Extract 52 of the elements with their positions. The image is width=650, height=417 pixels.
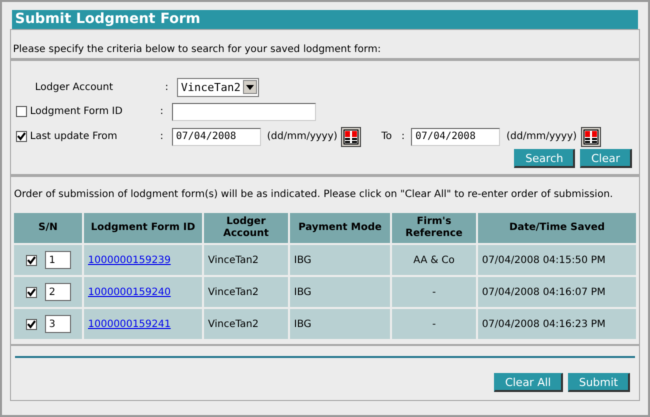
instruction-text: Please specify the criteria below to search for your saved lodgment form:	[13, 44, 381, 55]
page-title: Submit Lodgment Form	[12, 10, 638, 29]
table-cell: VinceTan2	[204, 309, 288, 339]
action-button[interactable]: Search	[514, 149, 576, 168]
colon: :	[165, 82, 170, 92]
column-header: Payment Mode	[290, 213, 390, 243]
table-cell: AA & Co	[392, 245, 476, 275]
field-label: To	[381, 131, 393, 142]
form-id-field[interactable]	[172, 102, 316, 120]
field-label: Last update From	[30, 131, 118, 142]
colon: :	[160, 106, 164, 117]
account-dropdown[interactable]: VinceTan2	[177, 78, 259, 96]
colon: :	[401, 131, 406, 142]
order-field[interactable]: 1	[45, 251, 71, 269]
action-button[interactable]: Clear All	[494, 373, 563, 392]
table-cell: IBG	[290, 277, 390, 307]
checkbox[interactable]	[26, 286, 37, 298]
field-label: Lodger Account	[35, 82, 114, 92]
table-cell: 07/04/2008 04:16:07 PM	[478, 277, 636, 307]
table-cell: IBG	[290, 309, 390, 339]
checkbox[interactable]	[26, 254, 37, 266]
colon: :	[160, 131, 164, 142]
calendar-icon[interactable]	[580, 126, 601, 146]
from-date-field[interactable]: 07/04/2008	[172, 128, 261, 146]
order-note: Order of submission of lodgment form(s) will be as indicated. Please click on "Clear All" to re-enter order of submission.	[14, 189, 614, 201]
checkbox[interactable]	[16, 131, 27, 142]
column-header: Lodgment Form ID	[84, 213, 202, 243]
form-id-link[interactable]: 1000000159241	[88, 318, 171, 330]
table-cell: 07/04/2008 04:15:50 PM	[478, 245, 636, 275]
table-cell: 07/04/2008 04:16:23 PM	[478, 309, 636, 339]
table-cell: -	[392, 309, 476, 339]
table-cell: VinceTan2	[204, 245, 288, 275]
column-header: S/N	[14, 213, 82, 243]
table-cell: IBG	[290, 245, 390, 275]
to-date-field[interactable]: 07/04/2008	[411, 128, 500, 146]
action-button[interactable]: Clear	[580, 149, 632, 168]
column-header: Firm's Reference	[392, 213, 476, 243]
calendar-icon[interactable]	[341, 126, 362, 146]
action-button[interactable]: Submit	[568, 373, 630, 392]
checkbox[interactable]	[26, 318, 37, 330]
order-field[interactable]: 3	[45, 315, 71, 333]
date-format-hint: (dd/mm/yyyy)	[506, 131, 577, 142]
column-header: Lodger Account	[204, 213, 288, 243]
order-field[interactable]: 2	[45, 283, 71, 301]
table-cell: -	[392, 277, 476, 307]
field-label: Lodgment Form ID	[30, 106, 124, 117]
checkbox[interactable]	[16, 106, 27, 117]
column-header: Date/Time Saved	[478, 213, 636, 243]
table-cell: VinceTan2	[204, 277, 288, 307]
form-id-link[interactable]: 1000000159239	[88, 254, 171, 266]
date-format-hint: (dd/mm/yyyy)	[267, 131, 338, 142]
form-id-link[interactable]: 1000000159240	[88, 286, 171, 298]
